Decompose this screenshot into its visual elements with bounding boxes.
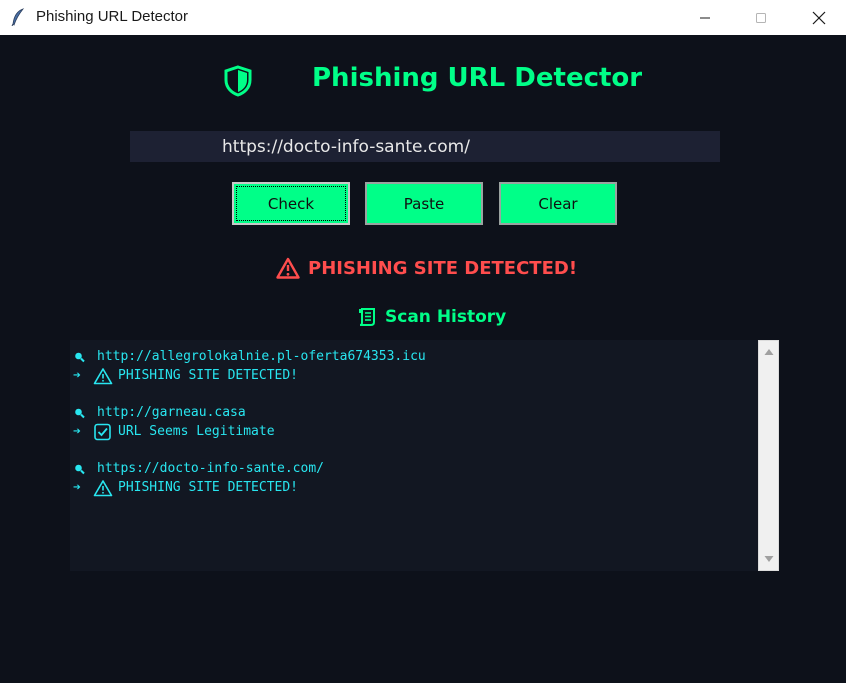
magnifier-icon <box>75 408 85 418</box>
check-button[interactable]: Check <box>232 182 350 225</box>
page-title: Phishing URL Detector <box>312 63 643 93</box>
scroll-icon <box>359 308 375 326</box>
close-icon <box>812 11 826 24</box>
history-status: URL Seems Legitimate <box>118 424 275 439</box>
arrow-icon: ➔ <box>73 368 81 383</box>
clear-button[interactable]: Clear <box>499 182 617 225</box>
maximize-icon <box>756 12 766 23</box>
title-bar: Phishing URL Detector <box>0 0 846 35</box>
magnifier-icon <box>75 352 85 362</box>
history-title: Scan History <box>385 307 507 327</box>
url-input[interactable] <box>130 131 720 162</box>
history-entry: https://docto-info-sante.com/ ➔ PHISHING… <box>73 459 324 497</box>
shield-icon <box>224 65 252 97</box>
close-button[interactable] <box>796 0 842 35</box>
history-url: https://docto-info-sante.com/ <box>97 461 324 476</box>
minimize-button[interactable] <box>682 0 728 35</box>
history-entry: http://garneau.casa ➔ URL Seems Legitima… <box>73 403 275 441</box>
feather-icon <box>11 8 25 26</box>
history-status: PHISHING SITE DETECTED! <box>118 368 299 383</box>
scroll-down-button[interactable] <box>762 552 776 566</box>
magnifier-icon <box>75 464 85 474</box>
result-text: PHISHING SITE DETECTED! <box>308 257 578 279</box>
warning-icon <box>93 367 113 384</box>
triangle-up-icon <box>764 349 774 355</box>
warning-icon <box>93 479 113 496</box>
history-list[interactable]: http://allegrolokalnie.pl-oferta674353.i… <box>70 340 758 571</box>
history-scrollbar[interactable] <box>758 340 779 571</box>
maximize-button[interactable] <box>738 0 784 35</box>
window-title: Phishing URL Detector <box>36 8 189 25</box>
history-heading: Scan History <box>357 307 506 327</box>
arrow-icon: ➔ <box>73 424 81 439</box>
app-window: Phishing URL Detector Check Paste Clear … <box>0 35 846 683</box>
checkbox-icon <box>94 423 111 440</box>
history-entry: http://allegrolokalnie.pl-oferta674353.i… <box>73 347 426 385</box>
minimize-icon <box>700 17 710 18</box>
triangle-down-icon <box>764 556 774 562</box>
paste-button[interactable]: Paste <box>365 182 483 225</box>
scroll-up-button[interactable] <box>762 345 776 359</box>
result-message: PHISHING SITE DETECTED! <box>276 257 577 279</box>
history-url: http://garneau.casa <box>97 405 246 420</box>
history-url: http://allegrolokalnie.pl-oferta674353.i… <box>97 349 426 364</box>
warning-icon <box>276 257 300 279</box>
arrow-icon: ➔ <box>73 480 81 495</box>
history-status: PHISHING SITE DETECTED! <box>118 480 299 495</box>
